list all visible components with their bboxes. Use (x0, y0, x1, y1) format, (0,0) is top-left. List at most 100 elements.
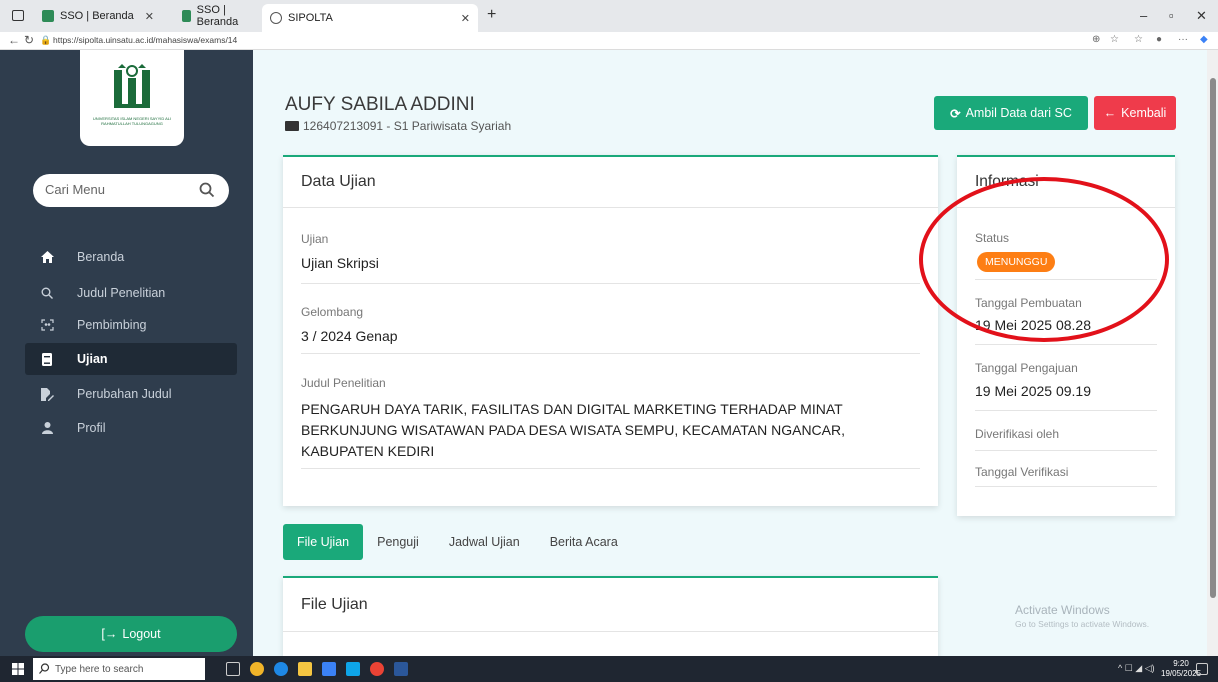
edit-file-icon (39, 387, 55, 401)
arrow-left-icon: ← (1103, 106, 1117, 120)
url-field[interactable]: https://sipolta.uinsatu.ac.id/mahasiswa/… (53, 35, 237, 45)
people-icon (39, 319, 55, 331)
wave-value: 3 / 2024 Genap (301, 328, 398, 344)
file-explorer-icon[interactable] (298, 662, 312, 676)
divider (283, 631, 938, 632)
home-icon (39, 251, 55, 263)
taskbar-search[interactable]: Type here to search (33, 658, 205, 680)
windows-start-icon[interactable] (12, 663, 24, 675)
new-tab-icon[interactable]: + (487, 6, 496, 24)
verified-by-label: Diverifikasi oleh (975, 427, 1060, 441)
annotation-circle (919, 177, 1169, 342)
exam-tabs: File Ujian Penguji Jadwal Ujian Berita A… (283, 524, 632, 560)
reload-icon[interactable]: ↻ (24, 33, 34, 47)
store-icon[interactable] (322, 662, 336, 676)
search-icon (39, 287, 55, 299)
logo-icon (114, 64, 150, 108)
collections-icon[interactable]: ☆ (1134, 34, 1143, 45)
sidebar: UNIVERSITAS ISLAM NEGERI SAYYID ALI RAHM… (0, 50, 253, 656)
favorite-icon[interactable]: ☆ (1110, 34, 1119, 45)
restore-icon[interactable]: ▫ (1169, 8, 1174, 23)
sync-data-button[interactable]: ⟳ Ambil Data dari SC (934, 96, 1088, 130)
scroll-thumb[interactable] (1210, 78, 1216, 598)
lock-icon[interactable]: 🔒 (40, 35, 51, 46)
page-scrollbar[interactable] (1207, 50, 1218, 656)
exam-label: Ujian (301, 232, 329, 246)
browser-tab-2[interactable]: SSO | Beranda (174, 4, 258, 28)
wave-label: Gelombang (301, 305, 364, 319)
profile-icon[interactable]: ● (1156, 34, 1162, 45)
window-close-icon[interactable]: ✕ (1196, 8, 1207, 24)
submitted-date-value: 19 Mei 2025 09.19 (975, 383, 1091, 399)
address-bar: ← ↻ 🔒 https://sipolta.uinsatu.ac.id/maha… (0, 32, 1218, 50)
sidebar-item-perubahan-judul[interactable]: Perubahan Judul (25, 378, 237, 410)
sidebar-item-profil[interactable]: Profil (25, 412, 237, 444)
task-view-icon[interactable] (226, 662, 240, 676)
system-tray-icons[interactable]: ^ ☐ ◢ ◁) (1118, 663, 1155, 674)
sidebar-item-judul-penelitian[interactable]: Judul Penelitian (25, 277, 237, 309)
outlook-icon[interactable] (346, 662, 360, 676)
divider (301, 283, 920, 284)
university-logo: UNIVERSITAS ISLAM NEGERI SAYYID ALI RAHM… (80, 50, 184, 146)
divider (283, 207, 938, 208)
divider (301, 468, 920, 469)
id-card-icon (285, 121, 299, 131)
file-panel: File Ujian (283, 576, 938, 656)
more-icon[interactable]: ··· (1178, 34, 1188, 45)
widgets-icon[interactable] (250, 662, 264, 676)
logo-text: UNIVERSITAS ISLAM NEGERI SAYYID ALI RAHM… (92, 116, 172, 126)
sidebar-item-beranda[interactable]: Beranda (25, 241, 237, 273)
logout-icon: [→ (101, 627, 118, 641)
edge-icon[interactable] (274, 662, 288, 676)
divider (975, 486, 1157, 487)
close-icon[interactable]: ✕ (461, 12, 470, 25)
back-button[interactable]: ← Kembali (1094, 96, 1176, 130)
divider (301, 353, 920, 354)
search-icon[interactable] (199, 182, 215, 198)
globe-icon (270, 12, 282, 24)
exam-data-panel: Data Ujian Ujian Ujian Skripsi Gelombang… (283, 155, 938, 506)
sync-icon: ⟳ (950, 106, 961, 121)
copilot-icon[interactable]: ◆ (1200, 34, 1208, 45)
windows-watermark-sub: Go to Settings to activate Windows. (1015, 619, 1150, 629)
browser-tab-1[interactable]: SSO | Beranda ✕ (34, 4, 162, 28)
main-content: AUFY SABILA ADDINI 126407213091 - S1 Par… (253, 50, 1207, 656)
panel-title: File Ujian (301, 596, 368, 613)
sidebar-item-pembimbing[interactable]: Pembimbing (25, 309, 237, 341)
favicon-icon (182, 10, 191, 22)
exam-value: Ujian Skripsi (301, 255, 379, 271)
panel-title: Data Ujian (301, 173, 376, 190)
tab-jadwal-ujian[interactable]: Jadwal Ujian (433, 524, 536, 560)
research-title-value: PENGARUH DAYA TARIK, FASILITAS DAN DIGIT… (301, 401, 845, 459)
notification-icon[interactable] (1196, 663, 1208, 675)
browser-tab-bar: SSO | Beranda ✕ SSO | Beranda SIPOLTA ✕ … (0, 0, 1218, 32)
student-name: AUFY SABILA ADDINI (285, 94, 475, 115)
browser-tab-3[interactable]: SIPOLTA ✕ (262, 4, 478, 32)
student-id-program: 126407213091 - S1 Pariwisata Syariah (285, 119, 511, 133)
user-icon (39, 422, 55, 434)
tab-berita-acara[interactable]: Berita Acara (536, 524, 632, 560)
minimize-icon[interactable]: – (1140, 8, 1147, 23)
logout-button[interactable]: [→ Logout (25, 616, 237, 652)
search-icon (39, 663, 50, 674)
divider (975, 344, 1157, 345)
divider (975, 450, 1157, 451)
zoom-icon[interactable]: ⊕ (1092, 34, 1100, 45)
chrome-icon[interactable] (370, 662, 384, 676)
verified-date-label: Tanggal Verifikasi (975, 465, 1069, 479)
word-icon[interactable] (394, 662, 408, 676)
favicon-icon (42, 10, 54, 22)
back-icon[interactable]: ← (8, 33, 20, 47)
close-icon[interactable]: ✕ (145, 10, 154, 23)
menu-search (33, 174, 229, 207)
windows-watermark: Activate Windows (1015, 603, 1110, 617)
book-icon (39, 352, 55, 366)
sidebar-item-ujian[interactable]: Ujian (25, 343, 237, 375)
tab-actions-icon[interactable] (12, 10, 24, 21)
search-input[interactable] (45, 182, 185, 197)
tab-penguji[interactable]: Penguji (363, 524, 433, 560)
windows-taskbar: Type here to search ^ ☐ ◢ ◁) 9:20 19/05/… (0, 656, 1218, 682)
tab-file-ujian[interactable]: File Ujian (283, 524, 364, 560)
divider (975, 410, 1157, 411)
research-title-label: Judul Penelitian (301, 376, 386, 390)
